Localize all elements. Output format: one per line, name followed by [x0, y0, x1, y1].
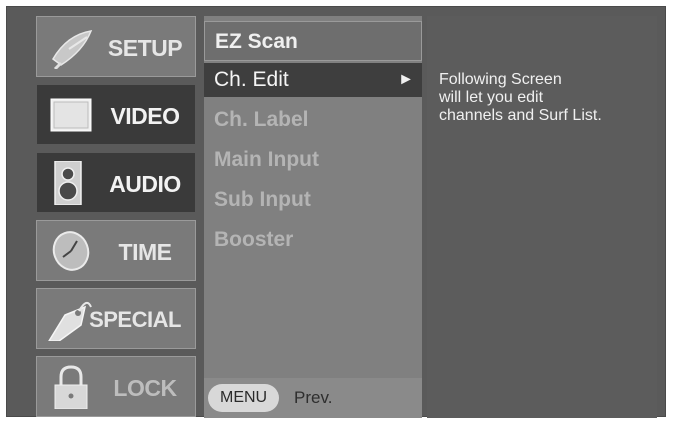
info-text: Following Screen will let you edit chann…	[439, 71, 654, 125]
submenu-panel: EZ Scan Ch. Edit ► Ch. Label Main Input …	[204, 16, 422, 418]
padlock-icon	[54, 365, 88, 409]
info-panel: Following Screen will let you edit chann…	[427, 16, 657, 418]
category-time[interactable]: TIME	[36, 220, 196, 281]
submenu-item-label: Booster	[214, 228, 294, 251]
info-line: channels and Surf List.	[439, 107, 602, 124]
category-label: TIME	[118, 239, 172, 265]
category-setup[interactable]: SETUP	[36, 16, 196, 77]
submenu-item-label: EZ Scan	[215, 30, 298, 53]
info-line: will let you edit	[439, 89, 544, 106]
category-label: AUDIO	[109, 171, 181, 197]
category-label: LOCK	[113, 375, 177, 401]
speaker-icon	[54, 161, 82, 205]
submenu-item-label: Ch. Edit	[214, 68, 289, 91]
arrow-right-icon: ►	[398, 71, 414, 88]
menu-button[interactable]: MENU	[208, 384, 280, 412]
clock-icon	[52, 231, 90, 271]
category-label: SPECIAL	[89, 307, 181, 332]
category-label: SETUP	[107, 35, 183, 61]
submenu-item-sub-input[interactable]: Sub Input	[204, 180, 422, 220]
submenu-item-label: Ch. Label	[214, 108, 309, 131]
submenu-item-ch-edit[interactable]: Ch. Edit ►	[204, 63, 422, 97]
monitor-icon	[50, 98, 92, 132]
submenu-item-label: Main Input	[214, 148, 319, 171]
category-special[interactable]: SPECIAL	[36, 288, 196, 349]
submenu-item-booster[interactable]: Booster	[204, 220, 422, 260]
category-label: VIDEO	[110, 103, 180, 129]
bottom-bar: MENU Prev.	[204, 378, 422, 418]
submenu-item-main-input[interactable]: Main Input	[204, 140, 422, 180]
category-video[interactable]: VIDEO	[36, 84, 196, 145]
prev-label: Prev.	[294, 388, 333, 407]
category-lock[interactable]: LOCK	[36, 356, 196, 417]
submenu-item-label: Sub Input	[214, 188, 311, 211]
satellite-dish-icon	[52, 30, 93, 69]
submenu-item-ch-label[interactable]: Ch. Label	[204, 100, 422, 140]
info-line: Following Screen	[439, 71, 562, 88]
category-audio[interactable]: AUDIO	[36, 152, 196, 213]
submenu-item-ez-scan[interactable]: EZ Scan	[204, 21, 422, 61]
